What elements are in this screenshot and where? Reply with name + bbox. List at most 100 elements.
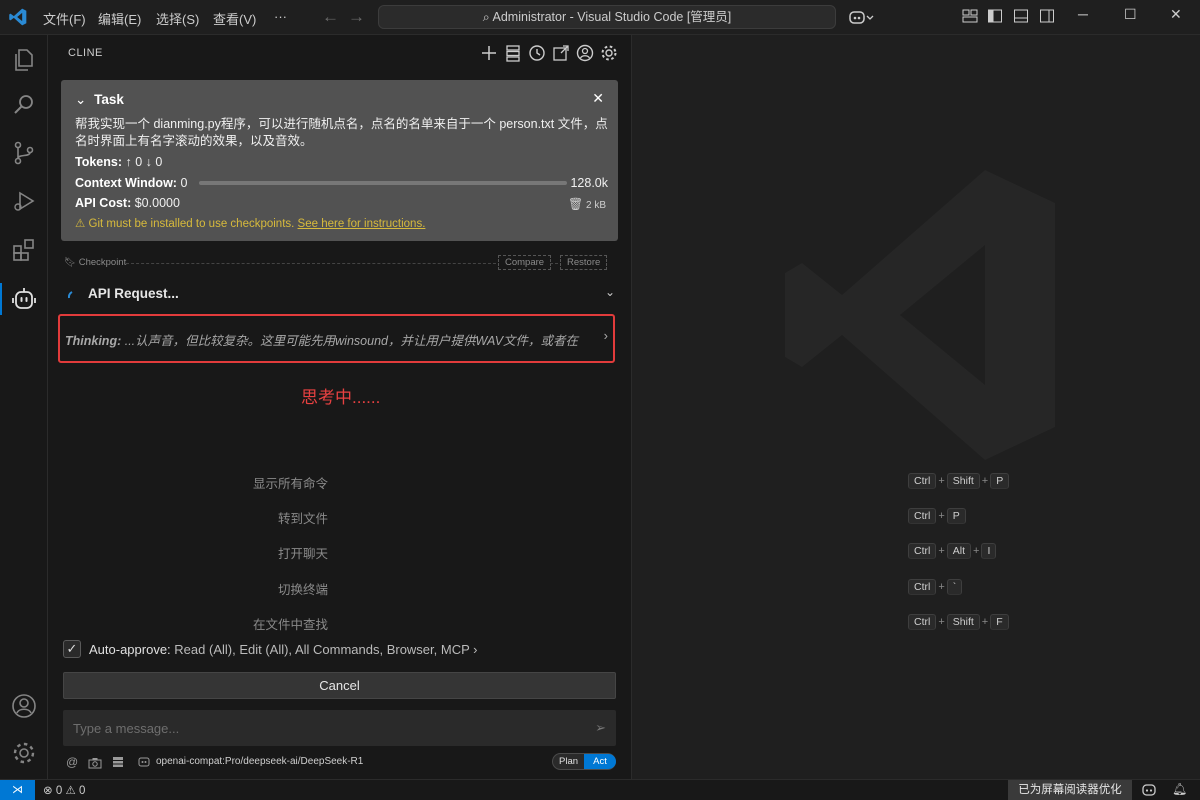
title-bar: 文件(F) 编辑(E) 选择(S) 查看(V) ··· ← → ⌕ Admini… [0, 0, 1200, 35]
menu-more[interactable]: ··· [274, 9, 287, 24]
api-cost-row: API Cost: $0.0000 [75, 196, 180, 210]
key: Shift [946, 614, 980, 630]
trash-icon: 🗑 [567, 197, 584, 211]
shortcut-label: 切换终端 [277, 583, 328, 597]
history-icon[interactable] [527, 43, 547, 63]
api-request-label[interactable]: API Request... [88, 286, 179, 301]
menu-file[interactable]: 文件(F) [43, 9, 86, 28]
shortcut-keys: Ctrl + P [906, 508, 968, 524]
chevron-right-icon[interactable]: › [604, 328, 608, 343]
menu-view[interactable]: 查看(V) [213, 9, 256, 28]
server-icon[interactable] [112, 756, 124, 768]
menu-selection[interactable]: 选择(S) [156, 9, 199, 28]
context-window-max: 128.0k [570, 176, 608, 190]
compare-button[interactable]: Compare [498, 255, 552, 270]
copilot-icon[interactable] [848, 8, 874, 26]
toggle-sidebar-icon[interactable] [987, 8, 1003, 24]
command-center-label: Administrator - Visual Studio Code [管理员] [492, 10, 732, 24]
explorer-icon[interactable] [10, 45, 38, 73]
maximize-icon[interactable]: ☐ [1124, 6, 1137, 23]
checkpoint-row: 🔖︎ Checkpoint [64, 257, 126, 268]
error-icon: ⊗ [43, 785, 53, 797]
chevron-right-icon: › [473, 642, 478, 657]
task-size[interactable]: 🗑 2 kB [568, 197, 606, 211]
toggle-panel-icon[interactable] [1013, 8, 1029, 24]
camera-icon[interactable] [88, 757, 102, 769]
close-icon[interactable]: ✕ [592, 90, 604, 107]
back-arrow-icon[interactable]: ← [322, 7, 339, 27]
api-cost-value: $0.0000 [134, 196, 180, 210]
menu-edit[interactable]: 编辑(E) [98, 9, 141, 28]
task-card: ⌄ Task ✕ 帮我实现一个 dianming.py程序，可以进行随机点名，点… [61, 80, 618, 241]
context-window-row: Context Window: 0 [75, 176, 187, 190]
plan-mode[interactable]: Plan [559, 756, 578, 767]
context-window-value: 0 [180, 176, 188, 190]
key: Shift [946, 473, 980, 489]
extensions-icon[interactable] [10, 235, 38, 263]
open-in-editor-icon[interactable] [551, 43, 571, 63]
warning-icon: ⚠ [65, 785, 76, 797]
minimize-icon[interactable]: ─ [1078, 6, 1088, 22]
auto-approve-row[interactable]: Auto-approve: Read (All), Edit (All), Al… [89, 642, 478, 657]
close-window-icon[interactable]: ✕ [1170, 6, 1182, 23]
shortcut-label: 转到文件 [277, 512, 328, 526]
send-icon[interactable]: ➢ [595, 720, 606, 736]
mention-icon[interactable]: @ [66, 755, 78, 769]
tokens-value: ↑ 0 ↓ 0 [125, 155, 163, 169]
warning-link[interactable]: See here for instructions. [298, 218, 426, 230]
task-description: 帮我实现一个 dianming.py程序，可以进行随机点名，点名的名单来自于一个… [75, 117, 608, 148]
key: Alt [946, 543, 972, 559]
auto-approve-checkbox[interactable]: ✓ [63, 640, 81, 658]
new-task-plus-icon[interactable] [479, 43, 499, 63]
customize-layout-icon[interactable] [962, 8, 978, 24]
mcp-servers-icon[interactable] [503, 43, 523, 63]
manage-gear-icon[interactable] [10, 739, 38, 767]
thinking-annotation: 思考中...... [301, 388, 381, 407]
message-input[interactable]: Type a message... ➢ [63, 710, 616, 746]
git-warning: ⚠ Git must be installed to use checkpoin… [75, 216, 425, 230]
panel-title: CLINE [68, 47, 103, 59]
active-view-indicator [0, 283, 2, 315]
account-circle-icon[interactable] [575, 43, 595, 63]
key: Ctrl [908, 543, 937, 559]
account-icon[interactable] [10, 692, 38, 720]
thinking-highlight-box[interactable]: Thinking: ...认声音，但比较复杂。这里可能先用winsound，并让… [58, 314, 615, 363]
task-header[interactable]: ⌄ Task [75, 92, 124, 108]
thinking-row: Thinking: ...认声音，但比较复杂。这里可能先用winsound，并让… [65, 330, 595, 349]
model-selector[interactable]: openai-compat:Pro/deepseek-ai/DeepSeek-R… [156, 756, 363, 767]
editor-area: 显示所有命令 Ctrl + Shift + P 转到文件 Ctrl + P 打开聊天 Ctr… [253, 35, 1200, 779]
checkpoint-divider [126, 263, 496, 264]
problems-indicator[interactable]: ⊗ 0 ⚠ 0 [43, 783, 85, 797]
checkpoint-label: Checkpoint [78, 257, 127, 268]
key: Ctrl [908, 508, 937, 524]
act-mode[interactable]: Act [584, 754, 616, 769]
key: F [990, 614, 1009, 630]
cancel-button[interactable]: Cancel [63, 672, 616, 699]
screen-reader-status[interactable]: 已为屏幕阅读器优化 [1008, 780, 1132, 800]
chevron-down-icon[interactable]: ⌄ [605, 285, 615, 299]
search-icon[interactable] [10, 91, 38, 119]
run-debug-icon[interactable] [10, 187, 38, 215]
cline-icon[interactable] [10, 285, 38, 313]
key: ` [946, 579, 963, 595]
notifications-bell-icon[interactable]: 🔔︎ [1172, 782, 1187, 796]
remote-indicator-icon[interactable]: ⋊ [0, 780, 35, 800]
plan-act-toggle[interactable]: Plan Act [552, 753, 616, 770]
toggle-secondary-sidebar-icon[interactable] [1039, 8, 1055, 24]
shortcut-label: 在文件中查找 [252, 618, 328, 632]
restore-button[interactable]: Restore [560, 255, 608, 270]
shortcut-keys: Ctrl + Shift + P [906, 473, 1011, 489]
shortcut-keys: Ctrl + Alt + I [906, 543, 998, 559]
warning-text: Git must be installed to use checkpoints… [88, 218, 295, 230]
settings-gear-icon[interactable] [599, 43, 619, 63]
command-center[interactable]: ⌕ Administrator - Visual Studio Code [管理… [378, 5, 836, 29]
shortcut-keys: Ctrl + ` [906, 579, 964, 595]
search-icon: ⌕ [482, 10, 490, 24]
activity-bar [0, 35, 48, 779]
copilot-status-icon[interactable] [1141, 782, 1157, 798]
source-control-icon[interactable] [10, 139, 38, 167]
forward-arrow-icon[interactable]: → [348, 7, 365, 27]
context-window-label: Context Window: [75, 176, 177, 190]
cline-panel: CLINE ⌄ Task ✕ 帮我实现一个 dianming.py程序，可以进行… [48, 35, 632, 779]
vscode-logo-icon [9, 8, 27, 26]
